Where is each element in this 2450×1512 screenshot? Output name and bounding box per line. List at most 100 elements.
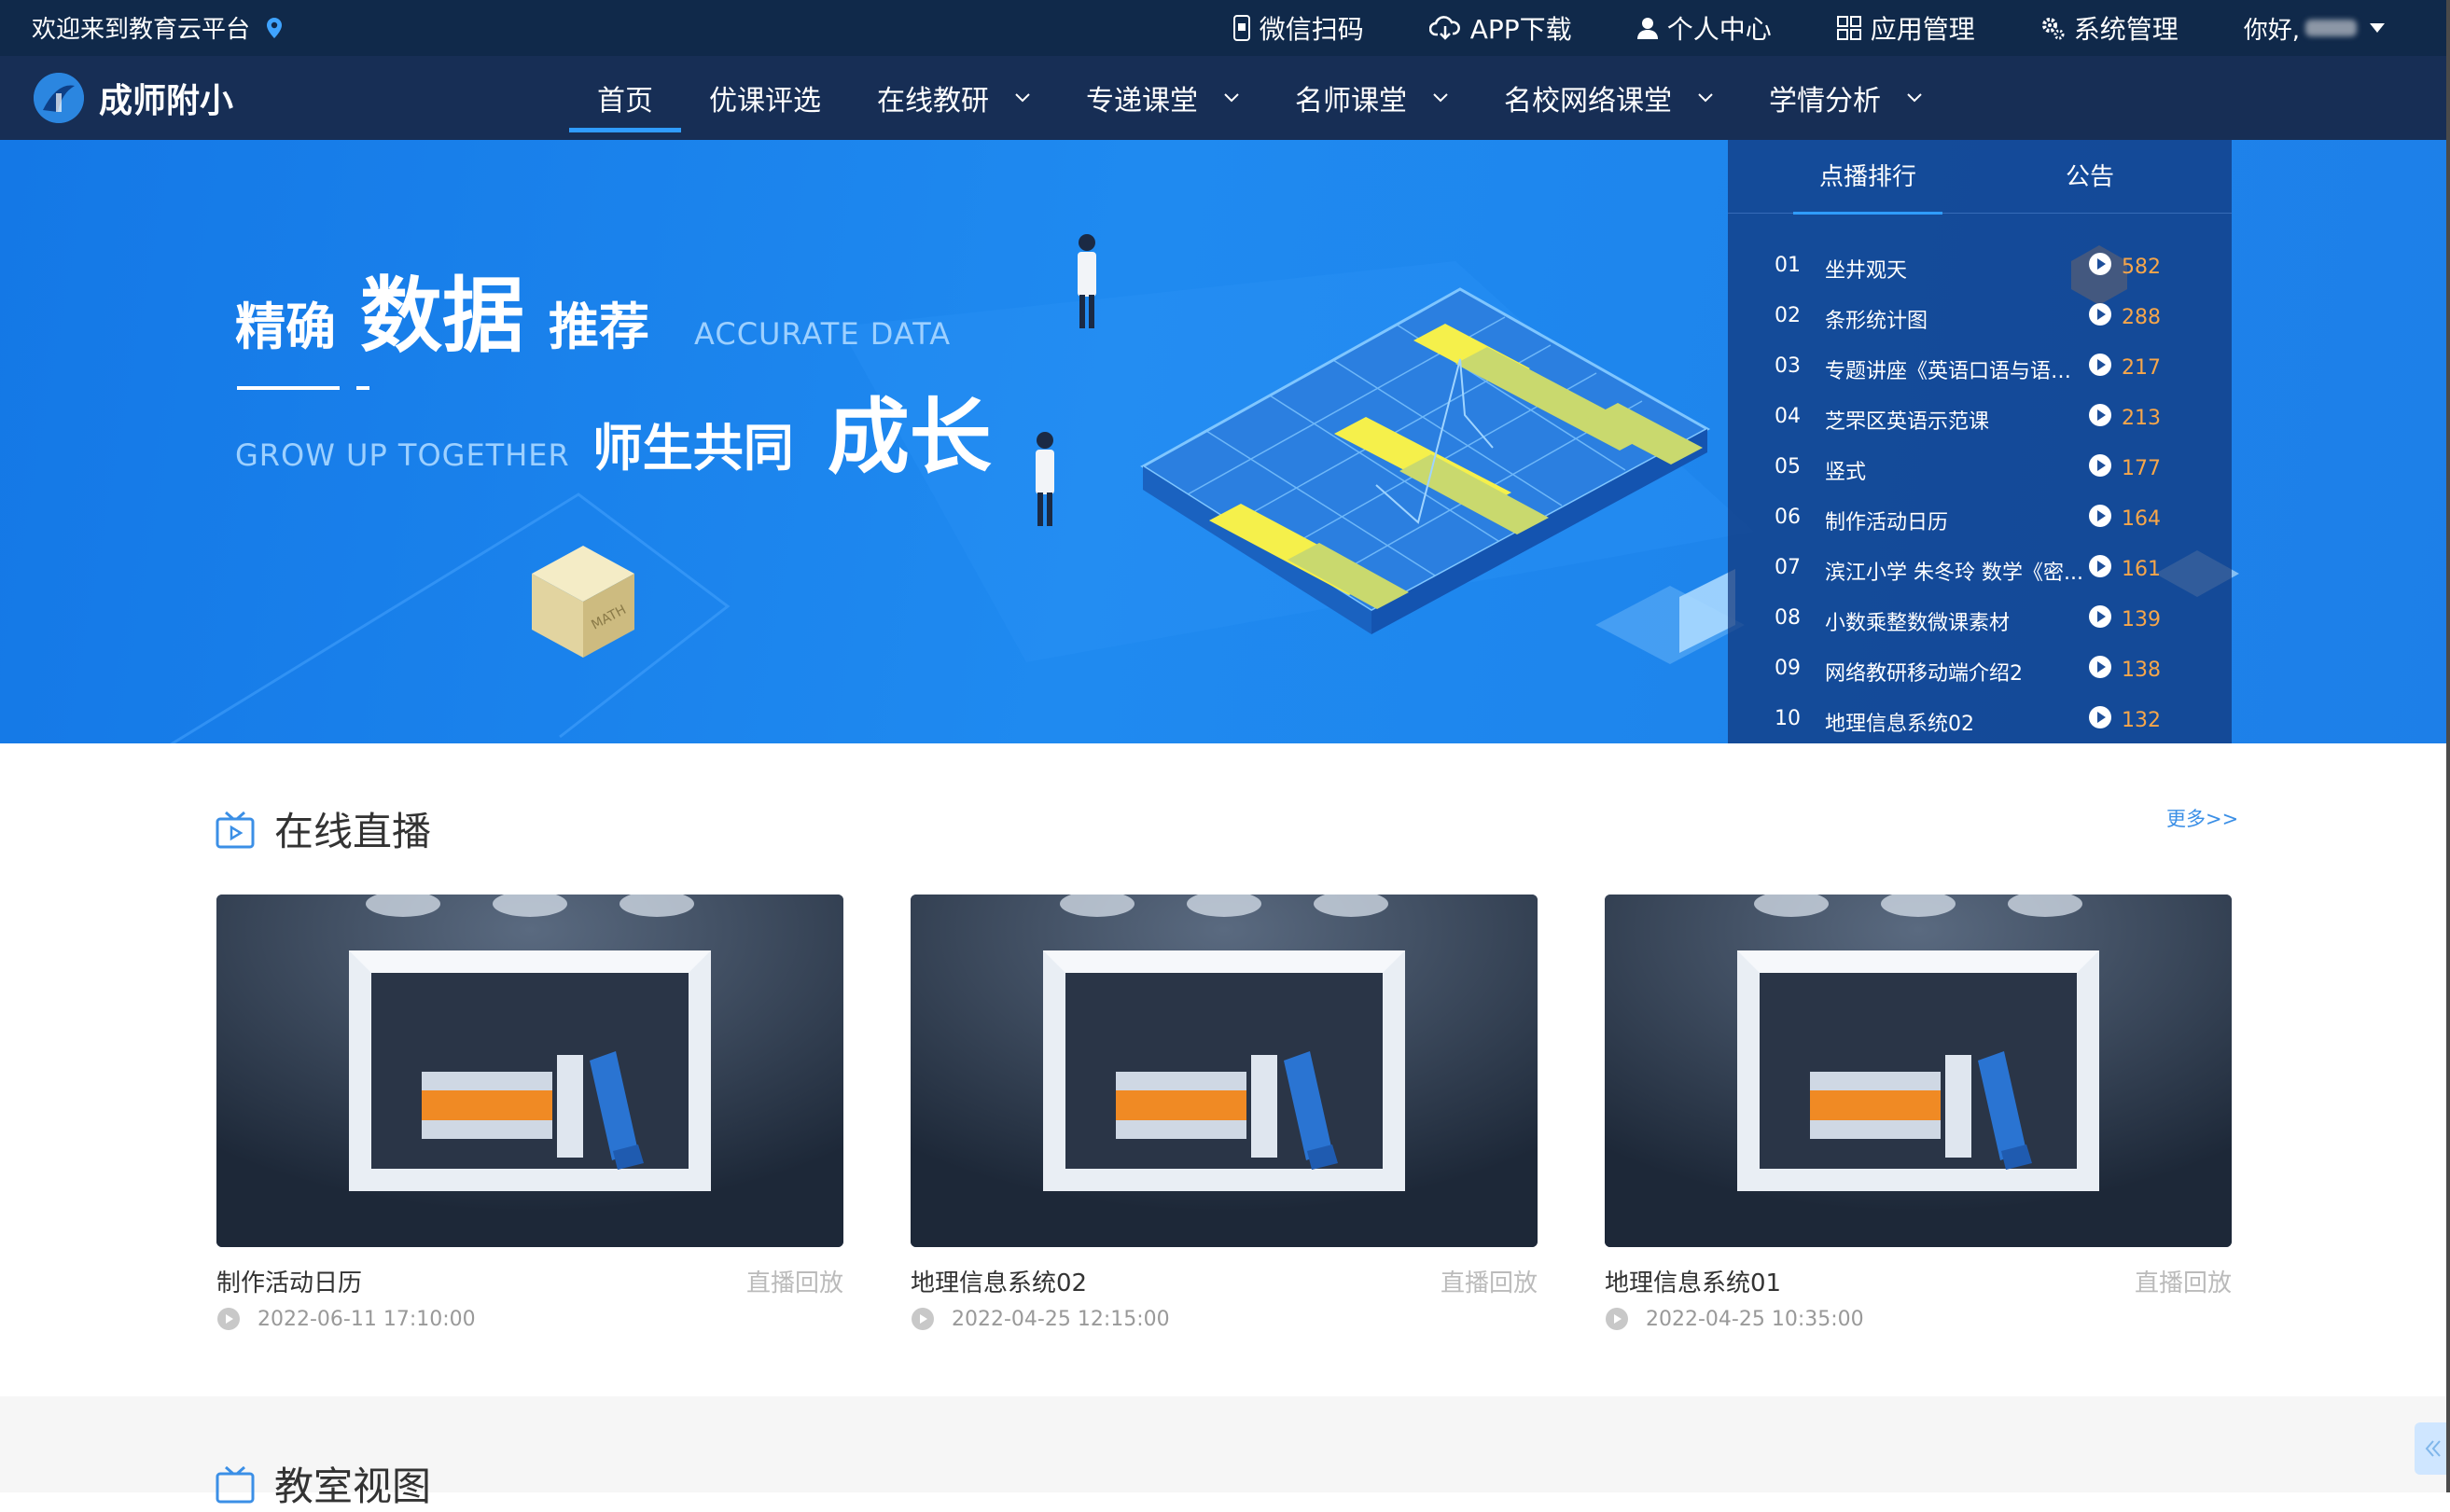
play-icon[interactable] xyxy=(2088,353,2112,377)
ranking-item[interactable]: 05 竖式 177 xyxy=(1728,442,2232,492)
ranking-item[interactable]: 07 滨江小学 朱冬玲 数学《密... 161 xyxy=(1728,543,2232,593)
ranking-number: 05 xyxy=(1775,455,1801,479)
window-edge xyxy=(2446,0,2450,1492)
tab-announcement[interactable]: 公告 xyxy=(2025,140,2155,213)
play-icon[interactable] xyxy=(2088,705,2112,729)
location-pin-icon[interactable] xyxy=(265,17,284,39)
ranking-panel: 点播排行 公告 01 坐井观天 582 02 条形统计图 288 03 专题讲座《英语口语与语… xyxy=(1728,140,2232,743)
ranking-title: 网络教研移动端介绍2 xyxy=(1825,662,2023,686)
wechat-scan-link[interactable]: 微信扫码 xyxy=(1232,9,1364,47)
personal-center-link[interactable]: 个人中心 xyxy=(1636,9,1772,47)
ranking-title: 制作活动日历 xyxy=(1825,511,1949,534)
play-icon[interactable] xyxy=(2088,655,2112,679)
ranking-number: 08 xyxy=(1775,606,1801,630)
top-bar: 欢迎来到教育云平台 微信扫码 APP下载 个人中心 应用管理 系统管理 你好, xyxy=(0,0,2450,56)
classroom-section-title: 教室视图 xyxy=(274,1463,432,1509)
nav-delivery-class-label: 专递课堂 xyxy=(1086,85,1198,118)
ranking-item[interactable]: 08 小数乘整数微课素材 139 xyxy=(1728,593,2232,644)
ranking-view-count: 177 xyxy=(2122,457,2161,480)
play-icon[interactable] xyxy=(2088,252,2112,276)
chevron-down-icon xyxy=(1224,93,1239,103)
nav-delivery-class[interactable]: 专递课堂 xyxy=(1086,56,1239,140)
live-replay-tag[interactable]: 直播回放 xyxy=(1441,1264,1538,1298)
play-icon[interactable] xyxy=(2088,453,2112,478)
live-card[interactable]: 地理信息系统02 直播回放 2022-04-25 12:15:00 xyxy=(911,895,1538,1331)
ranking-item[interactable]: 01 坐井观天 582 xyxy=(1728,241,2232,291)
side-collapse-tab[interactable] xyxy=(2415,1422,2450,1475)
greeting-text: 你好, xyxy=(2243,16,2300,45)
chevron-down-icon xyxy=(1907,93,1922,103)
play-icon[interactable] xyxy=(2088,403,2112,427)
ranking-number: 03 xyxy=(1775,354,1801,378)
ranking-title: 专题讲座《英语口语与语言... xyxy=(1825,360,2088,383)
play-icon[interactable] xyxy=(2088,554,2112,578)
ranking-number: 02 xyxy=(1775,304,1801,327)
live-section-header: 在线直播 xyxy=(215,800,431,857)
ranking-item[interactable]: 09 网络教研移动端介绍2 138 xyxy=(1728,644,2232,694)
ranking-item[interactable]: 04 芝罘区英语示范课 213 xyxy=(1728,392,2232,442)
nav-online-research[interactable]: 在线教研 xyxy=(877,56,1030,140)
nav-home[interactable]: 首页 xyxy=(569,56,681,140)
ranking-item[interactable]: 03 专题讲座《英语口语与语言... 217 xyxy=(1728,341,2232,392)
app-download-label: APP下载 xyxy=(1469,14,1572,45)
live-card-title[interactable]: 制作活动日历 xyxy=(216,1264,362,1298)
more-link[interactable]: 更多>> xyxy=(2166,804,2238,832)
live-thumbnail[interactable] xyxy=(1605,895,2232,1247)
live-replay-tag[interactable]: 直播回放 xyxy=(746,1264,843,1298)
play-icon[interactable] xyxy=(2088,302,2112,326)
double-chevron-left-icon xyxy=(2425,1440,2441,1457)
ranking-view-count: 161 xyxy=(2122,558,2161,581)
nav-school-network[interactable]: 名校网络课堂 xyxy=(1504,56,1713,140)
live-section-title: 在线直播 xyxy=(274,809,432,854)
math-box-icon: MATH xyxy=(532,546,634,658)
ranking-view-count: 217 xyxy=(2122,356,2161,380)
live-thumbnail[interactable] xyxy=(216,895,843,1247)
live-card[interactable]: 地理信息系统01 直播回放 2022-04-25 10:35:00 xyxy=(1605,895,2232,1331)
user-icon xyxy=(1636,18,1658,39)
live-thumbnail[interactable] xyxy=(911,895,1538,1247)
ranking-view-count: 164 xyxy=(2122,507,2161,531)
chevron-down-icon xyxy=(1433,93,1448,103)
ranking-title: 条形统计图 xyxy=(1825,310,1928,333)
classroom-section-header: 教室视图 xyxy=(215,1455,431,1512)
play-icon[interactable] xyxy=(2088,604,2112,629)
slogan-line-1: 精确 数据 推荐 ACCURATE DATA xyxy=(235,250,951,368)
caret-down-icon xyxy=(2370,23,2385,33)
ranking-item[interactable]: 02 条形统计图 288 xyxy=(1728,291,2232,341)
live-card-title[interactable]: 地理信息系统02 xyxy=(911,1264,1087,1298)
school-name: 成师附小 xyxy=(99,82,234,120)
ranking-title: 小数乘整数微课素材 xyxy=(1825,612,2011,635)
phone-qr-icon xyxy=(1232,15,1250,41)
tv-icon xyxy=(216,1465,255,1503)
ranking-view-count: 288 xyxy=(2122,306,2161,329)
slogan-grow: 成长 xyxy=(827,389,992,485)
nav-excellent-course[interactable]: 优课评选 xyxy=(709,56,821,140)
tv-icon xyxy=(216,811,255,848)
username-redacted xyxy=(2305,20,2357,36)
nav-famous-teacher[interactable]: 名师课堂 xyxy=(1295,56,1448,140)
tab-vod-ranking[interactable]: 点播排行 xyxy=(1775,140,1961,215)
ranking-view-count: 582 xyxy=(2122,256,2161,279)
ranking-title: 地理信息系统02 xyxy=(1825,713,1974,736)
live-card-title[interactable]: 地理信息系统01 xyxy=(1605,1264,1781,1298)
app-management-link[interactable]: 应用管理 xyxy=(1836,9,1975,47)
ranking-number: 10 xyxy=(1775,707,1801,730)
system-management-link[interactable]: 系统管理 xyxy=(2040,9,2179,47)
logo[interactable]: 成师附小 xyxy=(34,73,233,123)
app-download-link[interactable]: APP下载 xyxy=(1428,9,1572,47)
ranking-item[interactable]: 10 地理信息系统02 132 xyxy=(1728,694,2232,744)
slogan-grow-up: GROW UP TOGETHER xyxy=(235,437,570,473)
ranking-item[interactable]: 06 制作活动日历 164 xyxy=(1728,492,2232,543)
live-card[interactable]: 制作活动日历 直播回放 2022-06-11 17:10:00 xyxy=(216,895,843,1331)
user-menu[interactable]: 你好, xyxy=(2244,11,2385,46)
nav-learning-analysis[interactable]: 学情分析 xyxy=(1769,56,1922,140)
ranking-list: 01 坐井观天 582 02 条形统计图 288 03 专题讲座《英语口语与语言... 217 0… xyxy=(1728,241,2232,744)
ranking-title: 坐井观天 xyxy=(1825,259,1908,283)
live-card-time: 2022-04-25 10:35:00 xyxy=(1605,1307,1864,1331)
live-replay-tag[interactable]: 直播回放 xyxy=(2135,1264,2232,1298)
nav-famous-teacher-label: 名师课堂 xyxy=(1295,85,1407,118)
slogan-line-2: GROW UP TOGETHER 师生共同 成长 xyxy=(235,371,992,490)
nav-learning-analysis-label: 学情分析 xyxy=(1769,85,1881,118)
play-icon[interactable] xyxy=(2088,504,2112,528)
live-card-datetime: 2022-06-11 17:10:00 xyxy=(258,1307,476,1331)
